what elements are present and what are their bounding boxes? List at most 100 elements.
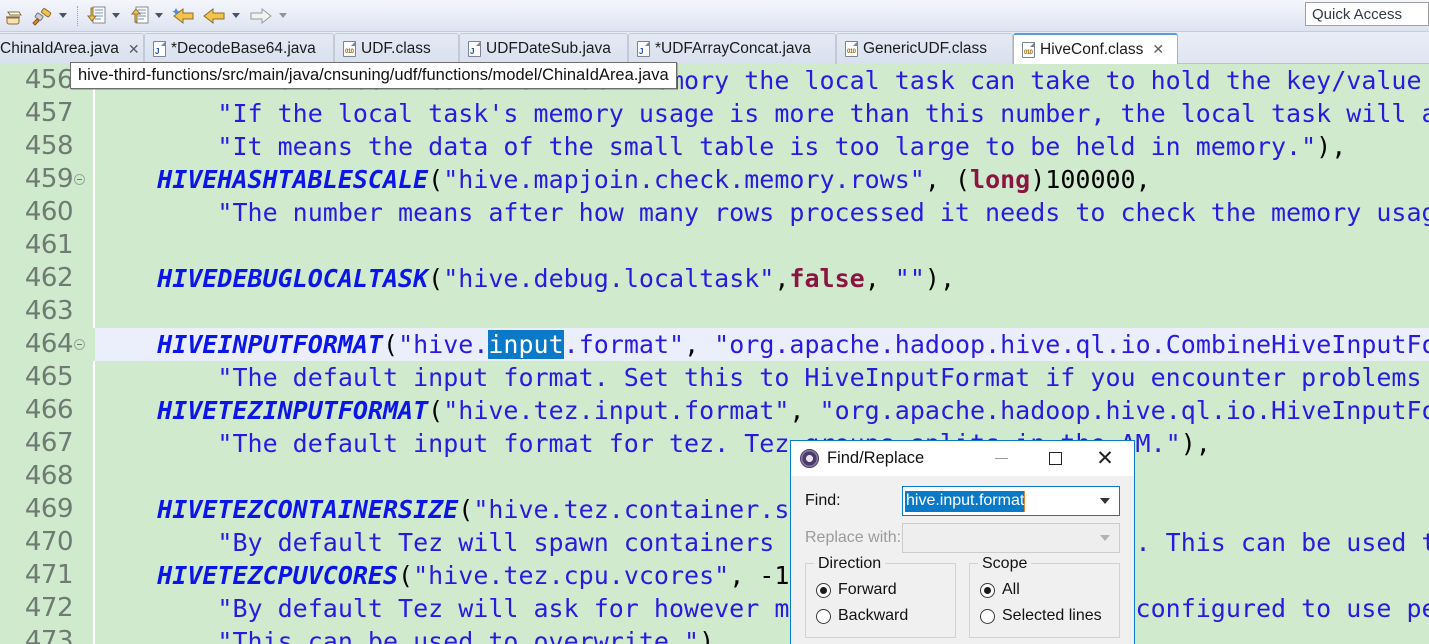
code-token: )100000, <box>1030 165 1151 194</box>
find-input[interactable]: hive.input.format <box>902 486 1120 516</box>
check-in-dropdown-arrow[interactable] <box>112 13 120 18</box>
tab-close-icon[interactable]: ✕ <box>1152 41 1164 58</box>
code-line[interactable]: 467 "The default input format for tez. T… <box>0 427 1429 460</box>
replace-input[interactable] <box>902 523 1120 553</box>
print-preview-icon[interactable] <box>2 3 28 29</box>
code-token: HIVEINPUTFORMAT <box>157 330 383 359</box>
line-number: 460 <box>24 197 74 227</box>
code-line[interactable]: 472 "By default Tez will ask for however… <box>0 592 1429 625</box>
code-line[interactable]: 461 <box>0 229 1429 262</box>
code-line[interactable]: 466 HIVETEZINPUTFORMAT("hive.tez.input.f… <box>0 394 1429 427</box>
check-in-icon[interactable] <box>83 3 109 29</box>
chevron-down-icon[interactable] <box>1100 498 1110 504</box>
code-line[interactable]: 463 <box>0 295 1429 328</box>
close-icon[interactable]: ✕ <box>1086 441 1124 476</box>
code-token: "org.apache.hadoop.hive.ql.io.CombineHiv… <box>714 330 1429 359</box>
find-replace-gear-icon <box>800 449 819 468</box>
find-replace-dialog[interactable]: Find/Replace ✕ Find: hive.input.format R… <box>790 440 1135 644</box>
code-fold-toggle-icon[interactable] <box>74 339 85 350</box>
code-line[interactable]: 458 "It means the data of the small tabl… <box>0 130 1429 163</box>
code-token: ( <box>458 495 474 524</box>
editor-tab[interactable]: 010 GenericUDF.class <box>836 33 1013 64</box>
line-number: 466 <box>24 395 74 425</box>
chevron-down-icon[interactable] <box>1100 535 1110 541</box>
code-token: "If the local task's memory usage is mor… <box>217 99 1429 128</box>
code-line[interactable]: 470 "By default Tez will spawn container… <box>0 526 1429 559</box>
forward-icon[interactable] <box>246 3 276 29</box>
eclipse-ide-window: Quick Access ChinaIdArea.java ✕ J *DecodeBa… <box>0 0 1429 644</box>
code-token: HIVETEZCONTAINERSIZE <box>157 495 459 524</box>
back-dropdown-arrow[interactable] <box>232 13 240 18</box>
code-line-text: "This can be used to overwrite."), <box>97 625 729 644</box>
code-token: .format" <box>563 330 685 359</box>
editor-tab[interactable]: J *DecodeBase64.java <box>144 33 334 64</box>
dialog-body: Find: hive.input.format Replace with: Di… <box>791 476 1134 638</box>
code-line-text: HIVEDEBUGLOCALTASK("hive.debug.localtask… <box>97 262 955 295</box>
editor-tab-label: GenericUDF.class <box>863 40 988 57</box>
editor-tab-label: ChinaIdArea.java <box>0 40 119 57</box>
class-file-icon: 010 <box>343 41 356 57</box>
radio-button[interactable] <box>816 582 831 598</box>
editor-tab[interactable]: 010 HiveConf.class ✕ <box>1013 33 1178 64</box>
code-line-text: "By default Tez will spawn containers of… <box>97 526 1429 559</box>
replace-label: Replace with: <box>805 529 902 546</box>
editor-tab-label: HiveConf.class <box>1040 40 1144 58</box>
scope-group: Scope All Selected lines <box>969 555 1120 638</box>
code-token: ( <box>428 165 444 194</box>
code-line-text: HIVEINPUTFORMAT("hive.input.format", "or… <box>97 328 1429 361</box>
code-line-text: "The default input format. Set this to H… <box>97 361 1429 394</box>
code-line[interactable]: 460 "The number means after how many row… <box>0 196 1429 229</box>
editor-tab[interactable]: J UDFDateSub.java <box>459 33 628 64</box>
editor-tab[interactable]: 010 UDF.class <box>334 33 459 64</box>
line-number: 468 <box>24 461 74 491</box>
code-line[interactable]: 464 HIVEINPUTFORMAT("hive.input.format",… <box>0 328 1429 361</box>
quick-access-search[interactable]: Quick Access <box>1305 2 1429 26</box>
direction-group: Direction Forward Backward <box>805 555 956 638</box>
maximize-button[interactable] <box>1036 441 1074 476</box>
code-token: ), <box>699 627 730 644</box>
back-with-star-icon[interactable] <box>169 3 199 29</box>
radio-button[interactable] <box>980 582 995 598</box>
paintbrush-icon[interactable] <box>28 3 56 29</box>
main-toolbar <box>0 0 1429 32</box>
editor-tab[interactable]: J *UDFArrayConcat.java <box>628 33 836 64</box>
check-out-icon[interactable] <box>126 3 152 29</box>
code-line[interactable]: 462 HIVEDEBUGLOCALTASK("hive.debug.local… <box>0 262 1429 295</box>
selected-text: input <box>488 330 564 359</box>
code-line-text: HIVETEZCPUVCORES("hive.tez.cpu.vcores", … <box>97 559 804 592</box>
dialog-title-bar[interactable]: Find/Replace ✕ <box>791 441 1134 476</box>
scope-option[interactable]: All <box>980 577 1111 603</box>
paintbrush-dropdown-arrow[interactable] <box>59 13 67 18</box>
forward-dropdown-arrow[interactable] <box>279 13 287 18</box>
direction-option[interactable]: Forward <box>816 577 947 603</box>
code-line[interactable]: 465 "The default input format. Set this … <box>0 361 1429 394</box>
code-line[interactable]: 468 <box>0 460 1429 493</box>
code-line-text: "It means the data of the small table is… <box>97 130 1346 163</box>
code-line[interactable]: 459 HIVEHASHTABLESCALE("hive.mapjoin.che… <box>0 163 1429 196</box>
scope-option[interactable]: Selected lines <box>980 603 1111 629</box>
check-out-dropdown-arrow[interactable] <box>155 13 163 18</box>
code-editor[interactable]: 456 "This number means how much memory t… <box>0 64 1429 644</box>
code-token: HIVETEZCPUVCORES <box>157 561 399 590</box>
line-number: 472 <box>24 593 74 623</box>
back-icon[interactable] <box>199 3 229 29</box>
tab-close-icon[interactable]: ✕ <box>128 41 140 58</box>
radio-button[interactable] <box>816 608 831 624</box>
find-input-value: hive.input.format <box>905 490 1026 512</box>
code-fold-toggle-icon[interactable] <box>74 174 85 185</box>
code-line[interactable]: 469 HIVETEZCONTAINERSIZE("hive.tez.conta… <box>0 493 1429 526</box>
minimize-button[interactable] <box>982 441 1020 476</box>
direction-option[interactable]: Backward <box>816 603 947 629</box>
java-file-icon: J <box>153 41 166 57</box>
code-line[interactable]: 471 HIVETEZCPUVCORES("hive.tez.cpu.vcore… <box>0 559 1429 592</box>
code-line[interactable]: 457 "If the local task's memory usage is… <box>0 97 1429 130</box>
editor-tab[interactable]: ChinaIdArea.java ✕ <box>0 33 144 64</box>
line-number: 469 <box>24 494 74 524</box>
radio-button[interactable] <box>980 608 995 624</box>
tooltip-text: hive-third-functions/src/main/java/cnsun… <box>78 66 669 84</box>
code-line[interactable]: 473 "This can be used to overwrite."), <box>0 625 1429 644</box>
direction-group-title: Direction <box>814 555 886 573</box>
